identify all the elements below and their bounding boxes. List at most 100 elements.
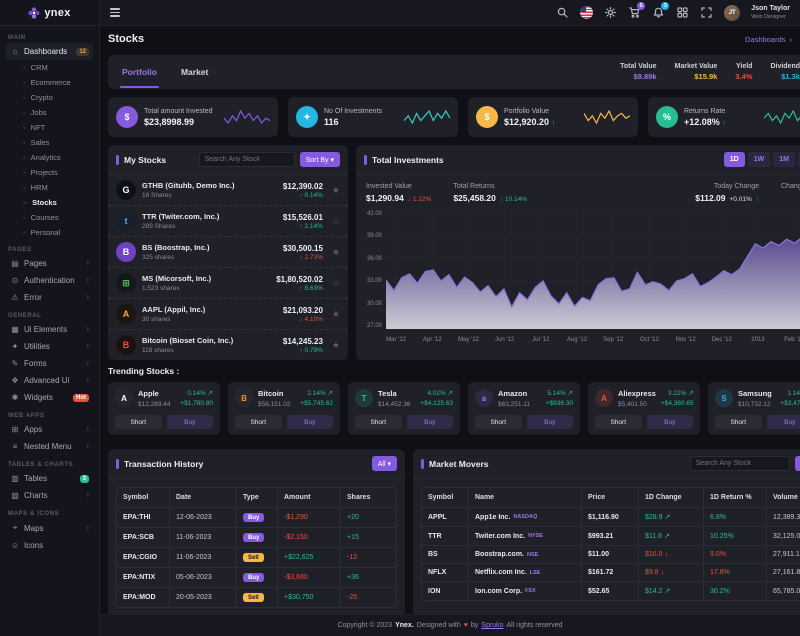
sidebar-subitem[interactable]: Courses [21,210,93,225]
sidebar-subitem[interactable]: Jobs [21,105,93,120]
time-range-button[interactable]: 1W [748,152,771,167]
sidebar-item[interactable]: ❖ Advanced Ui › [6,372,93,389]
stat-card: $ Total amount Invested $23,8998.99 [108,97,278,137]
sidebar-item[interactable]: ✦ Utilities › [6,338,93,355]
sidebar-subitem[interactable]: Analytics [21,150,93,165]
heart-icon: ♥ [464,622,468,629]
table-column-header[interactable]: Amount [278,488,340,507]
sidebar-item[interactable]: ⌂ Dashboards 12 › [6,43,93,60]
trending-stock-gain: +$1,780.80 [180,400,213,407]
sidebar-subitem[interactable]: NFT [21,120,93,135]
cart-icon[interactable]: 5 [628,6,641,19]
apps-grid-icon[interactable] [676,6,689,19]
short-button[interactable]: Short [715,415,762,429]
sparkline-chart [764,109,800,125]
sidebar-item[interactable]: ▥ Tables 3 › [6,470,93,487]
sidebar-item[interactable]: ✱ Widgets Hot › [6,389,93,406]
sidebar-item[interactable]: ▤ Pages › [6,255,93,272]
stock-search-input[interactable] [199,152,295,167]
sidebar-item[interactable]: ☺ Icons › [6,537,93,554]
short-button[interactable]: Short [115,415,162,429]
favorite-star-icon[interactable]: ☆ [332,216,340,227]
sort-by-button[interactable]: Sort By ▾ [300,152,340,167]
sidebar-item[interactable]: ≡ Nested Menu › [6,438,93,455]
table-column-header[interactable]: Price [582,488,638,507]
movers-sort-button[interactable]: Sort By ▾ [795,456,800,471]
tx-type-badge: Sell [243,593,264,602]
favorite-star-icon[interactable]: ★ [332,340,340,351]
favorite-star-icon[interactable]: ★ [332,247,340,258]
stock-list-item[interactable]: B BS (Boostrap, Inc.) 325 shares $30,500… [108,237,348,268]
table-column-header[interactable]: Name [469,488,581,507]
sidebar-item[interactable]: ⊞ Apps › [6,421,93,438]
short-button[interactable]: Short [475,415,522,429]
movers-search-input[interactable] [690,456,790,471]
sidebar-item[interactable]: ▧ Charts › [6,487,93,504]
sidebar-subitem[interactable]: Sales [21,135,93,150]
sidebar-item-icon: ▤ [10,259,20,268]
table-column-header[interactable]: 1D Change [639,488,703,507]
table-column-header[interactable]: Symbol [117,488,169,507]
stock-list-item[interactable]: t TTR (Twiter.com, Inc.) 289 Shares $15,… [108,206,348,237]
brand-logo[interactable]: ynex [0,0,99,26]
vendor-link[interactable]: Spruko [481,622,503,629]
table-column-header[interactable]: Shares [341,488,396,507]
buy-button[interactable]: Buy [647,415,694,429]
buy-button[interactable]: Buy [167,415,214,429]
sidebar-subitem[interactable]: Personal [21,225,93,240]
trending-stock-percent: 3.22% ↗ [661,389,694,397]
sidebar-item[interactable]: ⊙ Authentication › [6,272,93,289]
short-button[interactable]: Short [355,415,402,429]
menu-toggle-icon[interactable] [110,8,120,16]
buy-button[interactable]: Buy [527,415,574,429]
sidebar-item[interactable]: ✎ Forms › [6,355,93,372]
notifications-bell-icon[interactable]: 3 [652,6,665,19]
stock-list-item[interactable]: B Bitcoin (Bioset Coin, Inc.) 118 shares… [108,330,348,360]
short-button[interactable]: Short [595,415,642,429]
card-accent-bar [116,155,119,165]
favorite-star-icon[interactable]: ★ [332,309,340,320]
sidebar-item[interactable]: ⌖ Maps › [6,519,93,537]
mv-change: $14.2 ↗ [639,582,703,600]
table-column-header[interactable]: Date [170,488,236,507]
mv-exchange-tag: LSE [530,570,541,576]
language-flag-icon[interactable] [580,6,593,19]
sidebar-subitem[interactable]: Crypto [21,90,93,105]
sidebar-item-label: Pages [24,259,47,268]
user-avatar[interactable]: JT [724,5,740,21]
stock-list-item[interactable]: ⊞ MS (Micorsoft, Inc.) 1,523 shares $1,8… [108,268,348,299]
favorite-star-icon[interactable]: ☆ [332,278,340,289]
sidebar-subitem[interactable]: CRM [21,60,93,75]
view-tab[interactable]: Portfolio [120,56,159,88]
buy-button[interactable]: Buy [287,415,334,429]
brand-flower-icon [28,7,40,19]
trending-stock-card: B Bitcoin $58,151.02 2.14% ↗ +$5,745.62 … [228,382,340,435]
time-range-button[interactable]: 1M [773,152,795,167]
sidebar-subitem[interactable]: Stocks [21,195,93,210]
fullscreen-icon[interactable] [700,6,713,19]
favorite-star-icon[interactable]: ★ [332,185,340,196]
buy-button[interactable]: Buy [407,415,454,429]
search-icon[interactable] [556,6,569,19]
view-tab[interactable]: Market [179,56,210,88]
buy-button[interactable]: Buy [767,415,800,429]
table-column-header[interactable]: 1D Return % [704,488,766,507]
table-column-header[interactable]: Type [237,488,277,507]
stock-list-item[interactable]: G GTHB (Gituhb, Demo Inc.) 16 Shares $12… [108,175,348,206]
sidebar-subitem[interactable]: HRM [21,180,93,195]
time-range-button[interactable]: 1D [724,152,745,167]
theme-toggle-sun-icon[interactable] [604,6,617,19]
area-chart-svg[interactable] [386,211,800,329]
mv-exchange-tag: NASDAQ [513,514,537,520]
filter-all-button[interactable]: All ▾ [372,456,397,471]
breadcrumb-dashboards-link[interactable]: Dashboards [745,35,785,44]
sidebar-item[interactable]: ⚠ Error › [6,289,93,306]
stock-list-item[interactable]: A AAPL (Appil, Inc.) 30 shares $21,093.2… [108,299,348,330]
sidebar-subitem[interactable]: Projects [21,165,93,180]
table-column-header[interactable]: Volume [767,488,800,507]
table-column-header[interactable]: Symbol [422,488,468,507]
user-info[interactable]: Json Taylor Web Designer [751,5,790,19]
short-button[interactable]: Short [235,415,282,429]
sidebar-subitem[interactable]: Ecommerce [21,75,93,90]
sidebar-item[interactable]: ▦ Ui Elements › [6,321,93,338]
